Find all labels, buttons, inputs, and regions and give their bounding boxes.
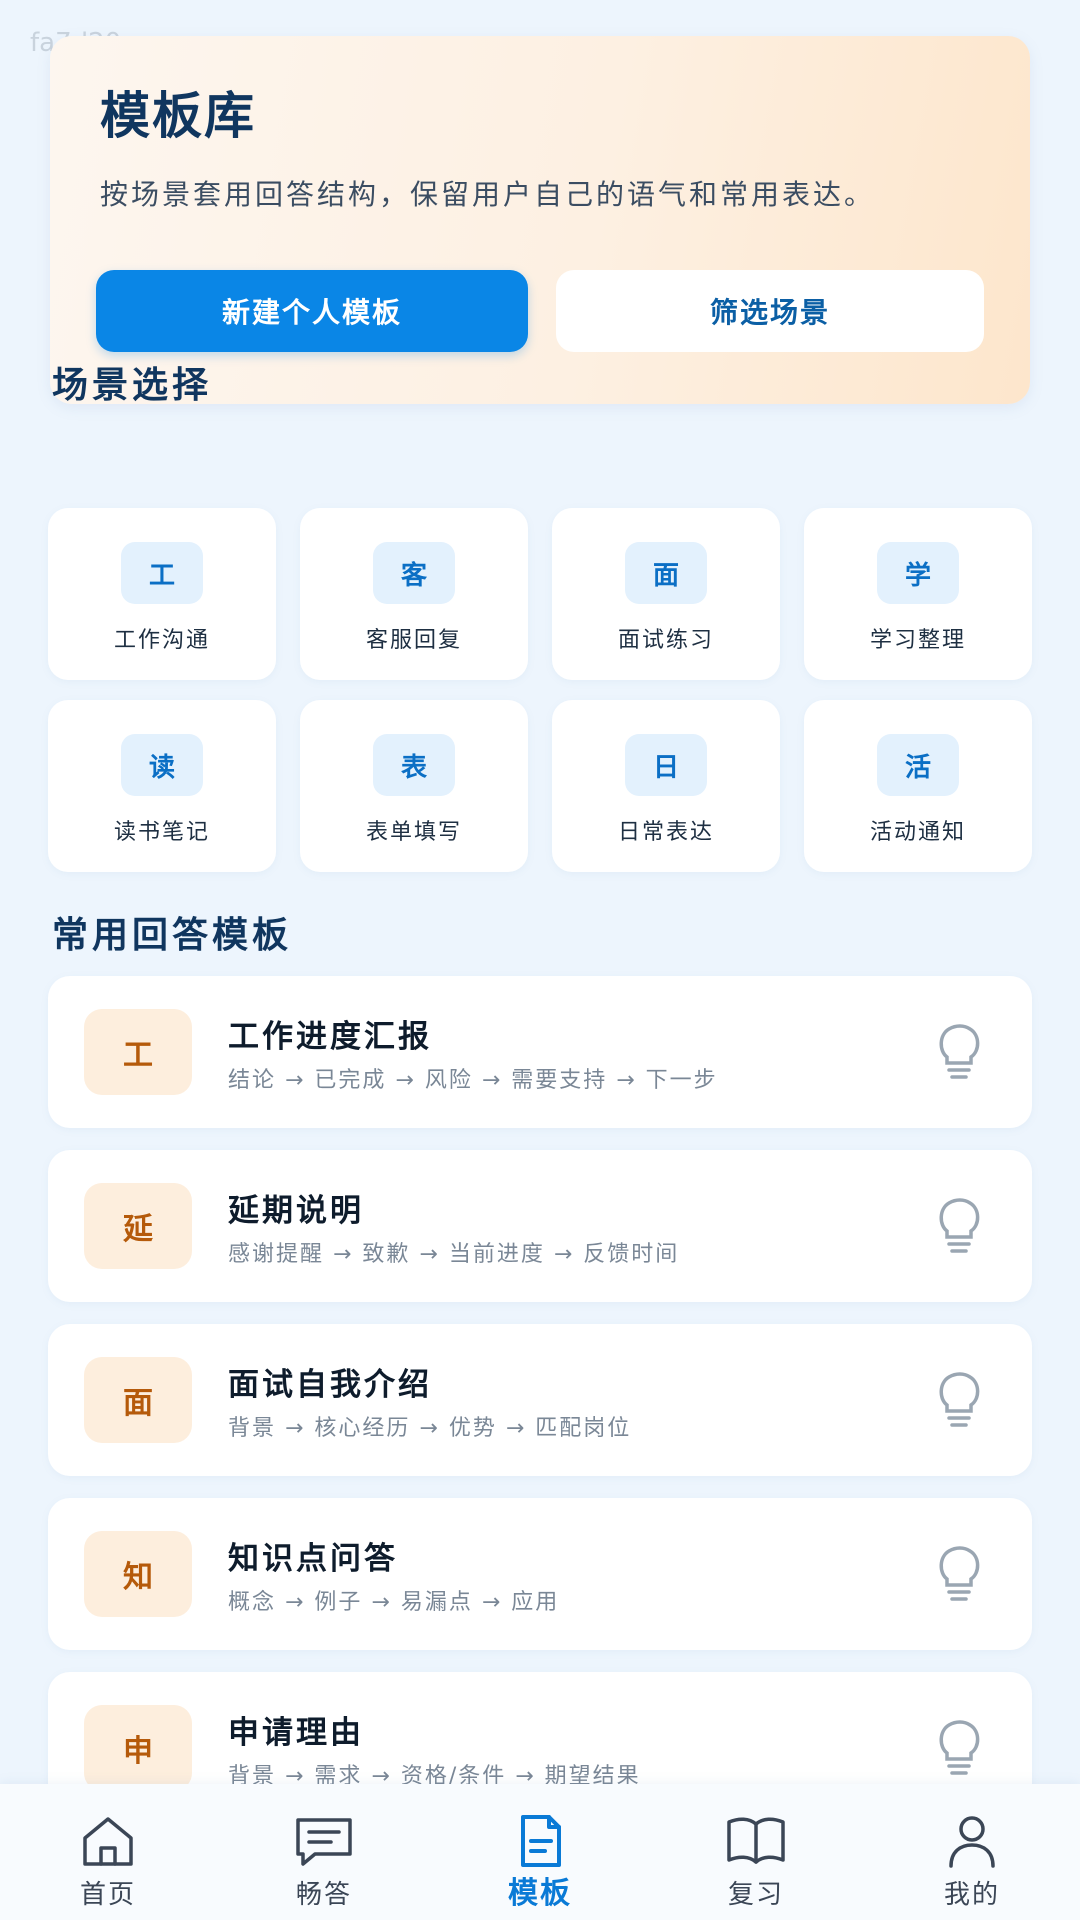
bottom-tab-bar: 首页 畅答 模板 复习 我的 [0, 1784, 1080, 1920]
scene-card-daily[interactable]: 日 日常表达 [552, 700, 780, 872]
template-flow: 背景 → 核心经历 → 优势 → 匹配岗位 [228, 1415, 632, 1441]
new-template-button[interactable]: 新建个人模板 [96, 270, 528, 352]
hero-card: 模板库 按场景套用回答结构，保留用户自己的语气和常用表达。 新建个人模板 筛选场… [50, 36, 1030, 404]
tab-label: 畅答 [295, 1880, 352, 1910]
scene-card-form[interactable]: 表 表单填写 [300, 700, 528, 872]
template-flow: 概念 → 例子 → 易漏点 → 应用 [228, 1589, 560, 1615]
scene-icon: 读 [121, 734, 203, 796]
user-icon [949, 1816, 995, 1868]
template-card-interview-intro[interactable]: 面 面试自我介绍 背景 → 核心经历 → 优势 → 匹配岗位 [48, 1324, 1032, 1476]
scene-icon: 面 [625, 542, 707, 604]
scene-icon: 活 [877, 734, 959, 796]
home-icon [83, 1817, 133, 1866]
template-list: 工 工作进度汇报 结论 → 已完成 → 风险 → 需要支持 → 下一步 延 延期… [48, 976, 1032, 1846]
scene-label: 面试练习 [617, 628, 714, 653]
template-flow: 结论 → 已完成 → 风险 → 需要支持 → 下一步 [228, 1067, 718, 1093]
tab-label: 首页 [79, 1880, 136, 1910]
scene-card-reading[interactable]: 读 读书笔记 [48, 700, 276, 872]
scene-label: 活动通知 [869, 820, 966, 845]
scene-label: 学习整理 [869, 628, 966, 653]
page-description: 按场景套用回答结构，保留用户自己的语气和常用表达。 [100, 178, 876, 211]
scene-label: 客服回复 [365, 628, 462, 653]
template-name: 知识点问答 [228, 1540, 398, 1577]
scene-grid: 工 工作沟通 客 客服回复 面 面试练习 学 学习整理 读 读书笔记 表 表单填… [48, 508, 1032, 872]
scene-icon: 日 [625, 734, 707, 796]
scene-icon: 客 [373, 542, 455, 604]
template-badge: 工 [84, 1009, 192, 1095]
scene-card-customer-service[interactable]: 客 客服回复 [300, 508, 528, 680]
document-icon [521, 1815, 561, 1867]
lightbulb-icon[interactable] [934, 1719, 984, 1777]
tab-label: 复习 [727, 1880, 784, 1910]
template-name: 申请理由 [228, 1714, 364, 1751]
tab-templates[interactable]: 模板 [432, 1784, 648, 1920]
tab-review[interactable]: 复习 [648, 1784, 864, 1920]
lightbulb-icon[interactable] [934, 1023, 984, 1081]
lightbulb-icon[interactable] [934, 1545, 984, 1603]
template-badge: 知 [84, 1531, 192, 1617]
tab-label: 模板 [508, 1876, 572, 1911]
template-name: 工作进度汇报 [228, 1018, 432, 1055]
lightbulb-icon[interactable] [934, 1371, 984, 1429]
scene-card-work[interactable]: 工 工作沟通 [48, 508, 276, 680]
tab-profile[interactable]: 我的 [864, 1784, 1080, 1920]
scene-label: 读书笔记 [113, 820, 210, 845]
template-badge: 延 [84, 1183, 192, 1269]
template-name: 面试自我介绍 [228, 1366, 432, 1403]
page-title: 模板库 [100, 87, 256, 145]
lightbulb-icon[interactable] [934, 1197, 984, 1255]
template-badge: 申 [84, 1705, 192, 1791]
template-flow: 感谢提醒 → 致歉 → 当前进度 → 反馈时间 [228, 1241, 680, 1267]
book-icon [727, 1817, 785, 1864]
scene-label: 工作沟通 [113, 628, 210, 653]
scene-icon: 学 [877, 542, 959, 604]
scene-card-event[interactable]: 活 活动通知 [804, 700, 1032, 872]
template-card-knowledge-qa[interactable]: 知 知识点问答 概念 → 例子 → 易漏点 → 应用 [48, 1498, 1032, 1650]
tab-chat[interactable]: 畅答 [216, 1784, 432, 1920]
template-name: 延期说明 [228, 1192, 364, 1229]
tab-label: 我的 [943, 1880, 1000, 1910]
chat-icon [296, 1818, 352, 1866]
scene-card-interview[interactable]: 面 面试练习 [552, 508, 780, 680]
template-badge: 面 [84, 1357, 192, 1443]
template-card-delay[interactable]: 延 延期说明 感谢提醒 → 致歉 → 当前进度 → 反馈时间 [48, 1150, 1032, 1302]
scene-section-title: 场景选择 [52, 365, 213, 406]
template-card-work-report[interactable]: 工 工作进度汇报 结论 → 已完成 → 风险 → 需要支持 → 下一步 [48, 976, 1032, 1128]
scene-icon: 表 [373, 734, 455, 796]
hero-buttons: 新建个人模板 筛选场景 [96, 270, 984, 352]
tab-home[interactable]: 首页 [0, 1784, 216, 1920]
filter-scene-button[interactable]: 筛选场景 [556, 270, 984, 352]
scene-icon: 工 [121, 542, 203, 604]
template-section-title: 常用回答模板 [52, 915, 293, 956]
scene-label: 表单填写 [365, 820, 462, 845]
scene-card-study[interactable]: 学 学习整理 [804, 508, 1032, 680]
scene-label: 日常表达 [617, 820, 714, 845]
